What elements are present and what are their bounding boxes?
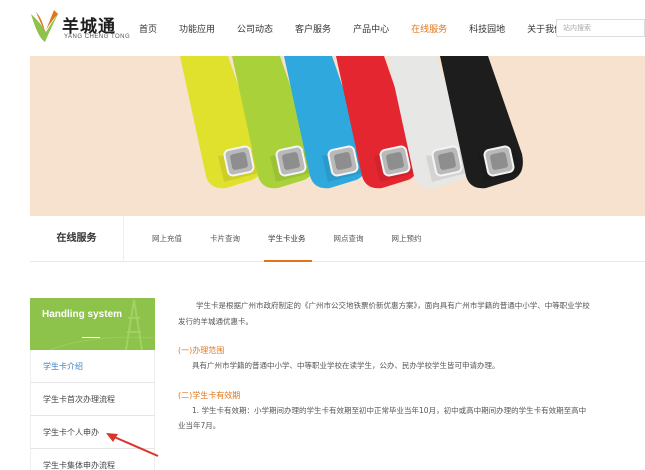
tower-watermark-icon: [49, 299, 155, 350]
section-validity-text-line-1: 1. 学生卡有效期：小学期间办理的学生卡有效期至初中正常毕业当年10月，初中或高…: [192, 405, 587, 415]
sidebar-title: Handling system: [42, 309, 123, 320]
sidebar-item-1[interactable]: 学生卡首次办理流程: [30, 383, 155, 416]
intro-paragraph-line-2: 发行的羊城通优惠卡。: [178, 316, 253, 326]
subnav-tab-4[interactable]: 网上预约: [380, 216, 438, 262]
subnav-tabs: 网上充值 卡片查询 学生卡业务 网点查询 网上预约: [140, 216, 438, 262]
nav-item-5[interactable]: 在线服务: [400, 20, 458, 40]
logo-mark-icon: [31, 10, 59, 42]
nav-item-0[interactable]: 首页: [128, 20, 168, 40]
section-scope-text: 具有广州市学籍的普通中小学、中等职业学校在读学生，公办、民办学校学生皆可申请办理…: [192, 361, 500, 370]
sidebar-header: Handling system: [30, 298, 155, 350]
annotation-arrow-icon: [106, 433, 159, 457]
intro-paragraph-line-1: 学生卡是根据广州市政府制定的《广州市公交地铁票价新优惠方案》，面向具有广州市学籍…: [196, 301, 590, 310]
subnav-tab-1[interactable]: 卡片查询: [198, 216, 256, 262]
logo[interactable]: 羊城通 YANG CHENG TONG: [28, 8, 131, 48]
logo-subtext: YANG CHENG TONG: [64, 34, 131, 40]
nav-item-1[interactable]: 功能应用: [168, 20, 226, 40]
nav-item-2[interactable]: 公司动态: [226, 20, 284, 40]
section-heading-validity: (二)学生卡有效期: [178, 390, 241, 400]
nav-item-4[interactable]: 产品中心: [342, 20, 400, 40]
section-validity-text-line-2: 业当年7月。: [178, 421, 221, 430]
section-subnav: 在线服务 网上充值 卡片查询 学生卡业务 网点查询 网上预约: [30, 216, 645, 262]
subnav-tab-0[interactable]: 网上充值: [140, 216, 198, 262]
article-content: 学生卡是根据广州市政府制定的《广州市公交地铁票价新优惠方案》，面向具有广州市学籍…: [178, 298, 645, 434]
divider: [82, 337, 100, 338]
search-input[interactable]: 站内搜索: [556, 19, 645, 37]
subnav-tab-2[interactable]: 学生卡业务: [256, 216, 322, 262]
nav-item-3[interactable]: 客户服务: [284, 20, 342, 40]
section-title: 在线服务: [30, 216, 124, 262]
subnav-tab-3[interactable]: 网点查询: [322, 216, 380, 262]
site-header: 羊城通 YANG CHENG TONG 首页 功能应用 公司动态 客户服务 产品中心 在线…: [0, 0, 645, 56]
nav-item-6[interactable]: 科技园地: [458, 20, 516, 40]
section-heading-scope: (一)办理范围: [178, 346, 225, 355]
hero-banner: [30, 56, 645, 216]
main-nav: 首页 功能应用 公司动态 客户服务 产品中心 在线服务 科技园地 关于我们: [128, 20, 574, 40]
sidebar-item-0[interactable]: 学生卡介绍: [30, 350, 155, 383]
wristband-illustration: [180, 56, 523, 189]
